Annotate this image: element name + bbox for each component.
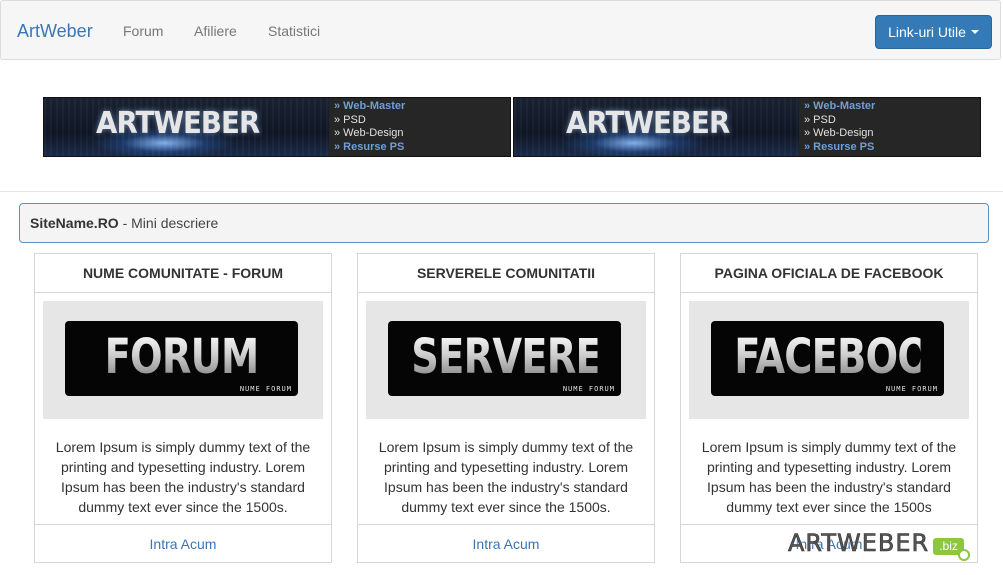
useful-links-dropdown-button[interactable]: Link-uri Utile [875,15,992,49]
card-description: Lorem Ipsum is simply dummy text of the … [55,439,311,515]
card-title: NUME COMUNITATE - FORUM [35,254,331,293]
site-name: SiteName.RO [30,215,119,231]
banner-logo: ARTWEBER [96,106,260,141]
banner-link-item: » Web-Design [334,127,404,139]
nav-link-afiliere[interactable]: Afiliere [194,23,237,39]
card-image-word: SERVERE [411,329,601,385]
card-description: Lorem Ipsum is simply dummy text of the … [701,439,957,515]
card-description: Lorem Ipsum is simply dummy text of the … [378,439,634,515]
site-description: - Mini descriere [118,215,219,231]
nav-link-statistici[interactable]: Statistici [268,23,320,39]
card-servers: SERVERELE COMUNITATII SERVERE NUME FORUM… [357,253,655,563]
banner-link-item: » Web-Master [804,100,876,112]
card-image: SERVERE NUME FORUM [366,301,646,419]
brand-link[interactable]: ArtWeber [17,21,93,42]
card-image-subtitle: NUME FORUM [562,385,615,393]
banner-ad[interactable]: ARTWEBER » Web-Master » PSD » Web-Design… [43,97,511,157]
banner-link-item: » PSD [804,113,836,126]
banner-link-item: » Resurse PS [334,140,405,153]
card-image-word: FORUM [88,331,274,383]
site-info-bar: SiteName.RO - Mini descriere [19,203,989,243]
card-image-word: FACEBOOK [734,329,944,385]
banner-links: » Web-Master » PSD » Web-Design » Resurs… [334,100,405,154]
banner-link-item: » PSD [334,113,366,126]
enter-link[interactable]: Intra Acum [358,524,654,562]
card-facebook: PAGINA OFICIALA DE FACEBOOK FACEBOOK NUM… [680,253,978,563]
nav-link-forum[interactable]: Forum [123,23,163,39]
card-image: FORUM NUME FORUM [43,301,323,419]
card-title: PAGINA OFICIALA DE FACEBOOK [681,254,977,293]
banner-links: » Web-Master » PSD » Web-Design » Resurs… [804,100,875,154]
card-forum: NUME COMUNITATE - FORUM FORUM NUME FORUM… [34,253,332,563]
banner-area: ARTWEBER » Web-Master » PSD » Web-Design… [0,61,1003,192]
enter-link[interactable]: Intra Acum [35,524,331,562]
card-image-subtitle: NUME FORUM [239,385,292,393]
banner-ad[interactable]: ARTWEBER » Web-Master » PSD » Web-Design… [513,97,981,157]
banner-link-item: » Resurse PS [804,140,875,153]
banner-link-item: » Web-Design [804,127,874,139]
card-title: SERVERELE COMUNITATII [358,254,654,293]
watermark-logo: ARTWEBER .biz [788,528,970,561]
banner-link-item: » Web-Master [334,100,406,112]
watermark-text: ARTWEBER [788,529,930,558]
top-navbar: ArtWeber Forum Afiliere Statistici Link-… [0,0,1001,60]
banner-logo: ARTWEBER [566,106,730,141]
dropdown-label: Link-uri Utile [888,24,966,40]
caret-down-icon [970,30,979,34]
card-image: FACEBOOK NUME FORUM [689,301,969,419]
watermark-badge: .biz [933,537,970,561]
card-image-subtitle: NUME FORUM [885,385,938,393]
